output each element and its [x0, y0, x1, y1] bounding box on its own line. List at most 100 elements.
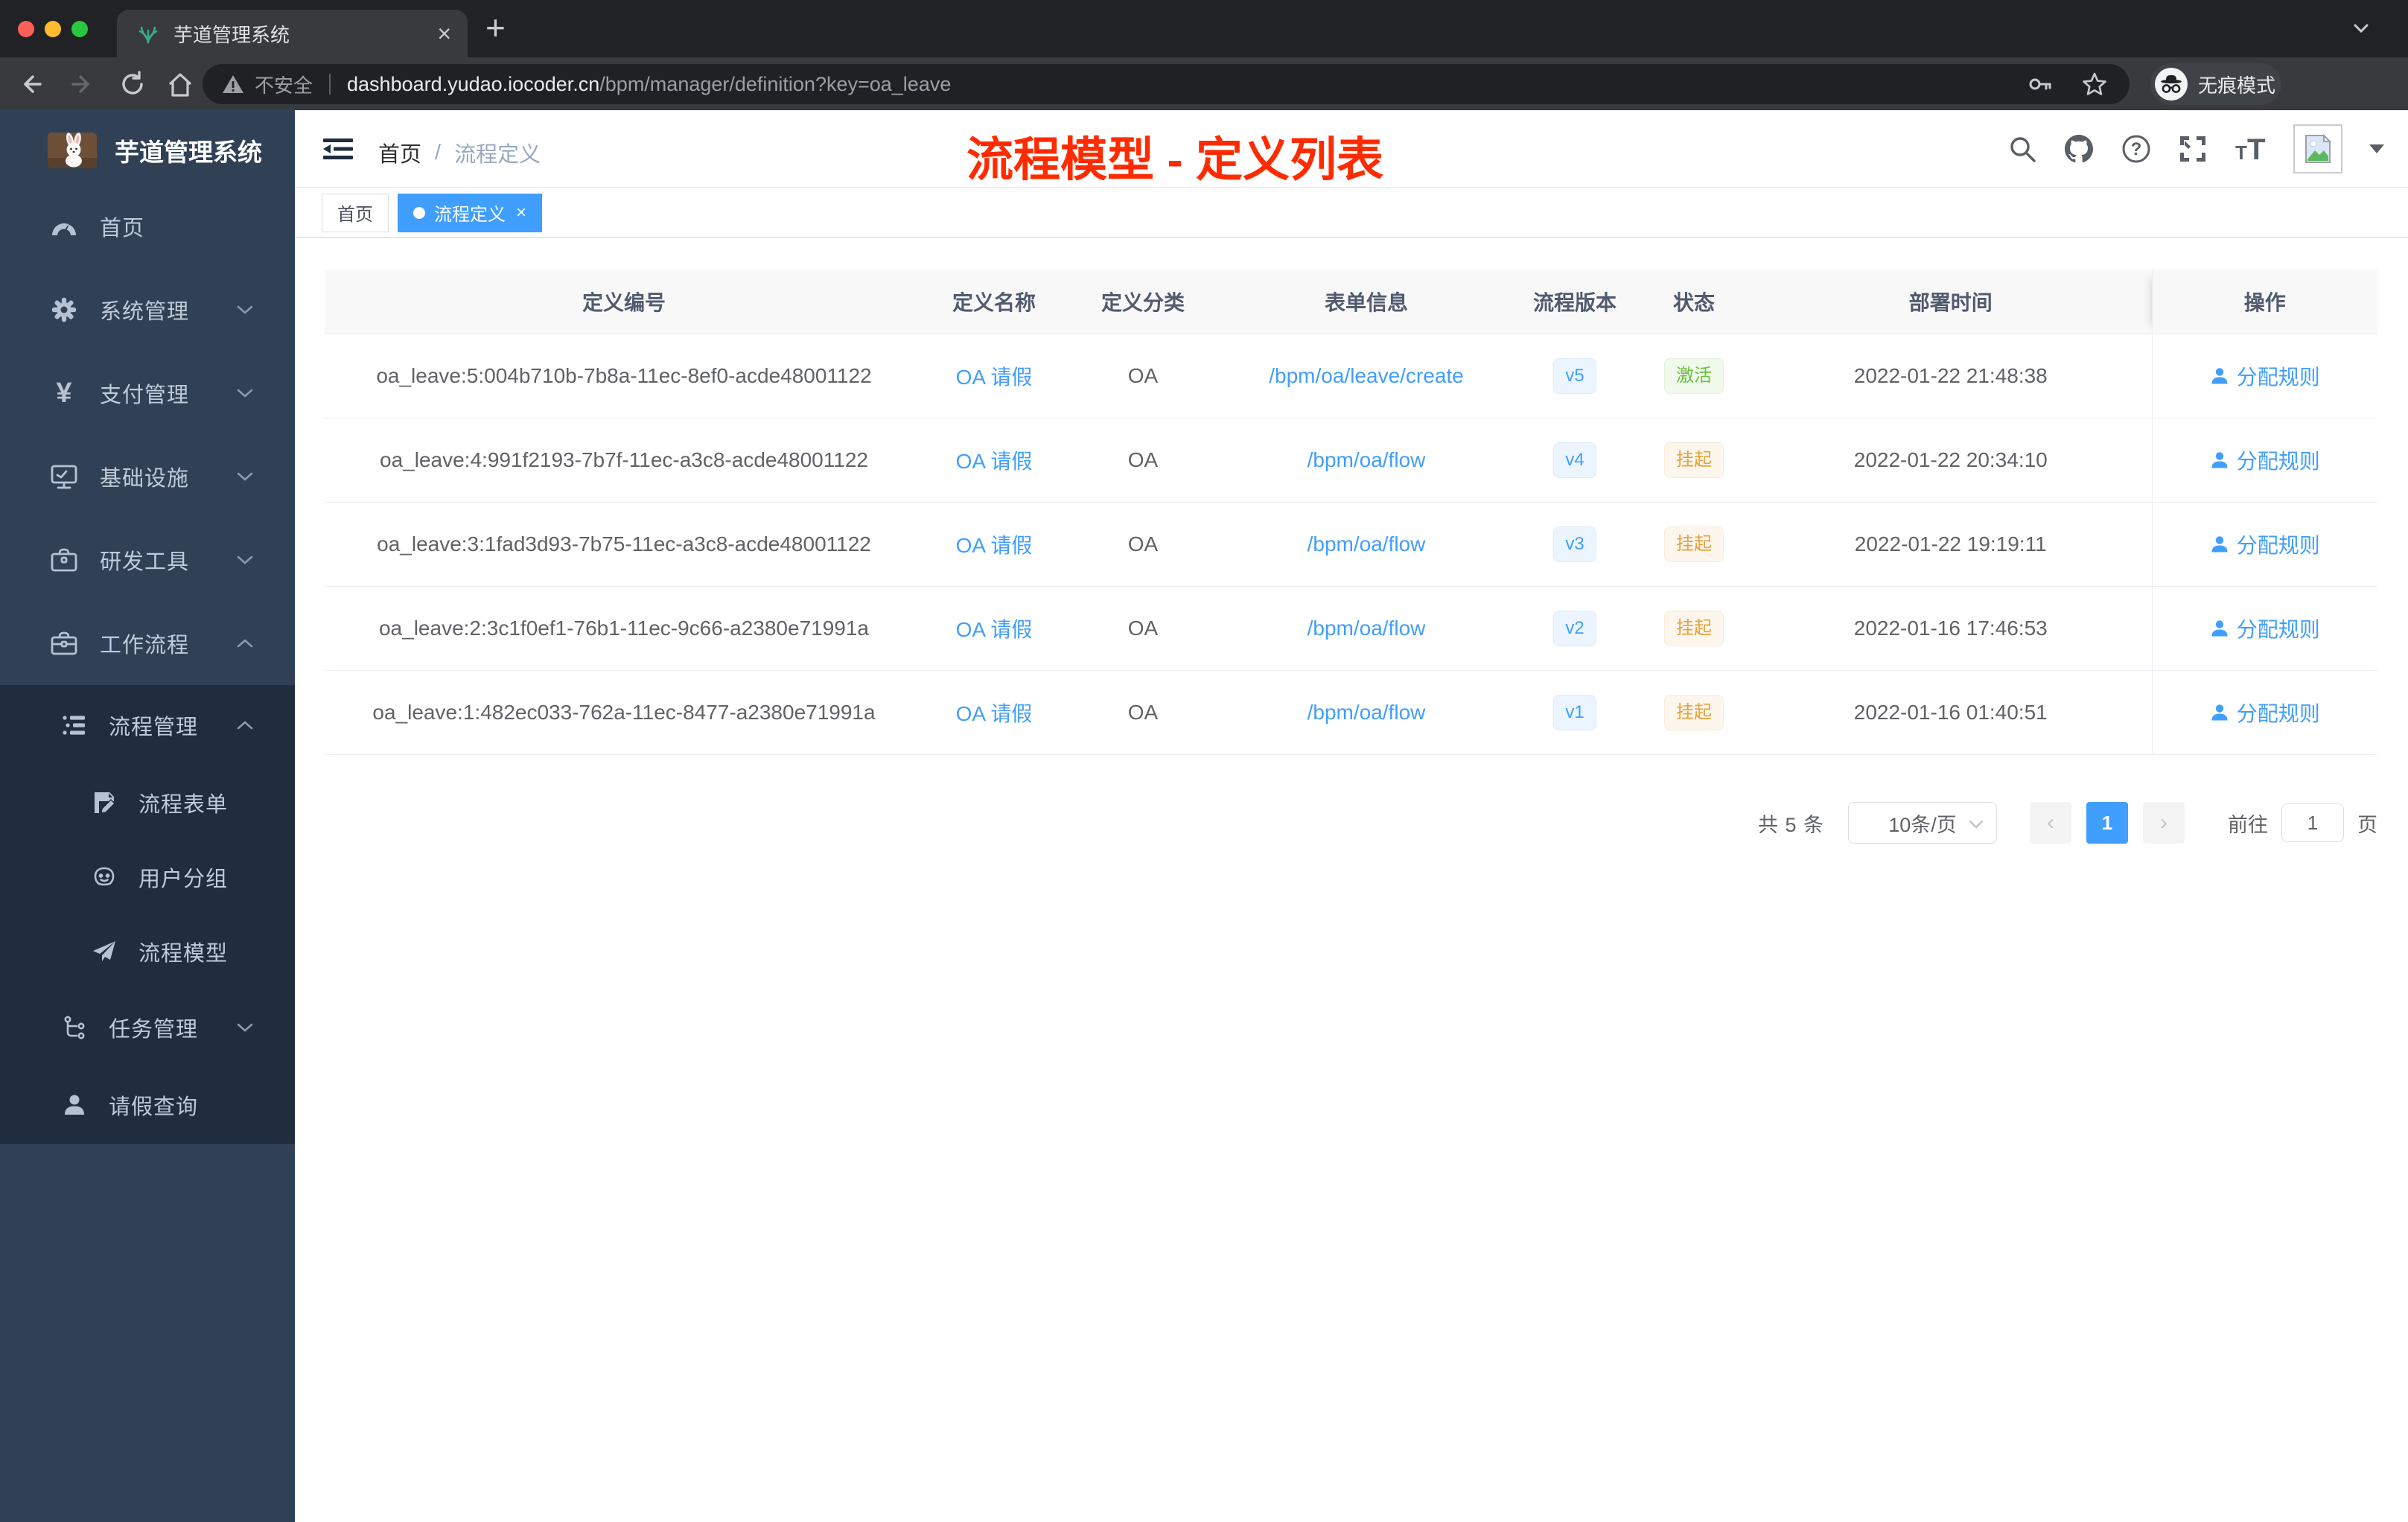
sidebar-item-user-group[interactable]: 用户分组 [0, 840, 295, 914]
assign-rule-link[interactable]: 分配规则 [2210, 445, 2320, 475]
help-icon[interactable]: ? [2121, 133, 2152, 165]
browser-tab[interactable]: 芋道管理系统 × [117, 10, 468, 57]
sidebar-item-leave-query[interactable]: 请假查询 [0, 1066, 295, 1144]
table-cell: 分配规则 [2151, 502, 2377, 587]
avatar[interactable] [2293, 124, 2342, 173]
form-info-link[interactable]: /bpm/oa/leave/create [1269, 364, 1464, 387]
close-window-button[interactable] [18, 21, 34, 37]
definition-name-link[interactable]: OA 请假 [956, 618, 1033, 641]
table-cell: OA 请假 [923, 334, 1065, 418]
sidebar-item-workflow[interactable]: 工作流程 [0, 602, 295, 685]
breadcrumb-home[interactable]: 首页 [378, 137, 421, 168]
new-tab-button[interactable]: + [485, 10, 506, 45]
definition-name-link[interactable]: OA 请假 [956, 702, 1033, 725]
assign-rule-link[interactable]: 分配规则 [2210, 698, 2320, 727]
table-cell: 挂起 [1638, 670, 1750, 755]
definition-category: OA [1127, 363, 1159, 387]
sidebar-item-process-management[interactable]: 流程管理 [0, 685, 295, 765]
table-header-row: 定义编号 定义名称 定义分类 表单信息 流程版本 状态 部署时间 操作 [325, 270, 2377, 334]
status-badge: 挂起 [1664, 694, 1724, 730]
table-cell: OA 请假 [923, 670, 1065, 755]
sidebar-item-devtools[interactable]: 研发工具 [0, 518, 295, 602]
svg-text:T: T [2235, 141, 2247, 164]
minimize-window-button[interactable] [45, 21, 61, 37]
github-icon[interactable] [2063, 133, 2095, 165]
search-icon[interactable] [2007, 134, 2037, 164]
robot-face-icon [89, 866, 119, 888]
table-cell: 2022-01-16 01:40:51 [1750, 670, 2152, 755]
next-page-button[interactable]: › [2143, 802, 2185, 844]
back-icon[interactable] [16, 71, 45, 98]
tab-close-icon[interactable]: × [437, 22, 451, 45]
sidebar-item-process-model[interactable]: 流程模型 [0, 914, 295, 989]
sidebar-item-home[interactable]: 首页 [0, 185, 295, 268]
address-bar[interactable]: 不安全 dashboard.yudao.iocoder.cn/bpm/manag… [203, 64, 2130, 104]
goto-label: 前往 [2228, 813, 2268, 836]
workflow-submenu: 流程管理 流程表单 用户分组 流程模型 任务管理 请假查询 [0, 685, 295, 1144]
prev-page-button[interactable]: ‹ [2030, 802, 2071, 844]
table-cell: oa_leave:1:482ec033-762a-11ec-8477-a2380… [325, 670, 923, 755]
table-cell: 2022-01-16 17:46:53 [1750, 586, 2152, 671]
definition-name-link[interactable]: OA 请假 [956, 450, 1033, 473]
table-cell: oa_leave:2:3c1f0ef1-76b1-11ec-9c66-a2380… [325, 586, 923, 671]
table-row: oa_leave:1:482ec033-762a-11ec-8477-a2380… [325, 670, 2377, 755]
table-cell: /bpm/oa/leave/create [1221, 334, 1512, 418]
home-icon[interactable] [165, 71, 195, 99]
url-host[interactable]: dashboard.yudao.iocoder.cn [347, 73, 599, 96]
form-info-link[interactable]: /bpm/oa/flow [1307, 448, 1426, 471]
definition-category: OA [1127, 448, 1159, 471]
page-unit-label: 页 [2357, 813, 2377, 836]
tag-process-definition[interactable]: 流程定义 × [398, 193, 543, 232]
collapse-sidebar-icon[interactable] [322, 134, 354, 164]
table-row: oa_leave:2:3c1f0ef1-76b1-11ec-9c66-a2380… [325, 586, 2377, 671]
form-info-link[interactable]: /bpm/oa/flow [1307, 701, 1426, 724]
definition-category: OA [1127, 532, 1159, 555]
password-key-icon[interactable] [2027, 71, 2052, 97]
table-cell: OA [1065, 334, 1221, 418]
fullscreen-icon[interactable] [2177, 133, 2208, 165]
table-cell: OA [1065, 670, 1221, 755]
sidebar-item-infrastructure[interactable]: 基础设施 [0, 435, 295, 518]
omnibox-divider [329, 74, 331, 95]
not-secure-label[interactable]: 不安全 [255, 71, 313, 98]
maximize-window-button[interactable] [71, 21, 88, 37]
assign-user-icon [2211, 451, 2228, 468]
assign-rule-link[interactable]: 分配规则 [2210, 529, 2320, 559]
tag-close-icon[interactable]: × [516, 203, 526, 222]
sidebar-item-process-form[interactable]: 流程表单 [0, 765, 295, 840]
bookmark-star-icon[interactable] [2082, 71, 2107, 97]
assign-rule-link[interactable]: 分配规则 [2210, 361, 2320, 391]
reload-icon[interactable] [119, 71, 147, 98]
sidebar-item-task-management[interactable]: 任务管理 [0, 989, 295, 1066]
avatar-caret-icon[interactable] [2368, 143, 2386, 155]
forward-icon[interactable] [69, 71, 97, 98]
font-size-icon[interactable]: TT [2234, 134, 2268, 164]
definition-name-link[interactable]: OA 请假 [956, 366, 1033, 389]
window-controls[interactable] [18, 21, 88, 37]
definition-name-link[interactable]: OA 请假 [956, 534, 1033, 557]
sidebar-item-system[interactable]: 系统管理 [0, 268, 295, 351]
browser-chrome: 芋道管理系统 × + 不安全 dashboard.yudao.iocoder.c… [0, 0, 2408, 161]
assign-rule-link[interactable]: 分配规则 [2210, 614, 2320, 643]
table-cell: /bpm/oa/flow [1221, 502, 1512, 587]
form-edit-icon [89, 791, 119, 815]
sidebar-logo[interactable]: 芋道管理系统 [0, 110, 295, 191]
goto-page-input[interactable] [2281, 803, 2344, 842]
tab-search-chevron-icon[interactable] [2350, 19, 2372, 37]
chevron-down-icon [235, 470, 255, 483]
current-page-button[interactable]: 1 [2086, 802, 2128, 844]
tab-title: 芋道管理系统 [173, 23, 290, 46]
table-cell: oa_leave:3:1fad3d93-7b75-11ec-a3c8-acde4… [325, 502, 923, 587]
tag-home[interactable]: 首页 [322, 193, 389, 232]
url-path[interactable]: /bpm/manager/definition?key=oa_leave [599, 73, 951, 96]
table-cell: v4 [1512, 418, 1638, 503]
form-info-link[interactable]: /bpm/oa/flow [1307, 617, 1426, 640]
sidebar-item-payment[interactable]: ¥ 支付管理 [0, 351, 295, 435]
incognito-label: 无痕模式 [2198, 74, 2276, 97]
table-cell: OA [1065, 502, 1221, 587]
table-cell: v3 [1512, 502, 1638, 587]
table-cell: /bpm/oa/flow [1221, 418, 1512, 503]
yen-icon: ¥ [56, 377, 72, 409]
page-size-select[interactable]: 10条/页 [1848, 802, 1997, 844]
form-info-link[interactable]: /bpm/oa/flow [1307, 532, 1426, 555]
